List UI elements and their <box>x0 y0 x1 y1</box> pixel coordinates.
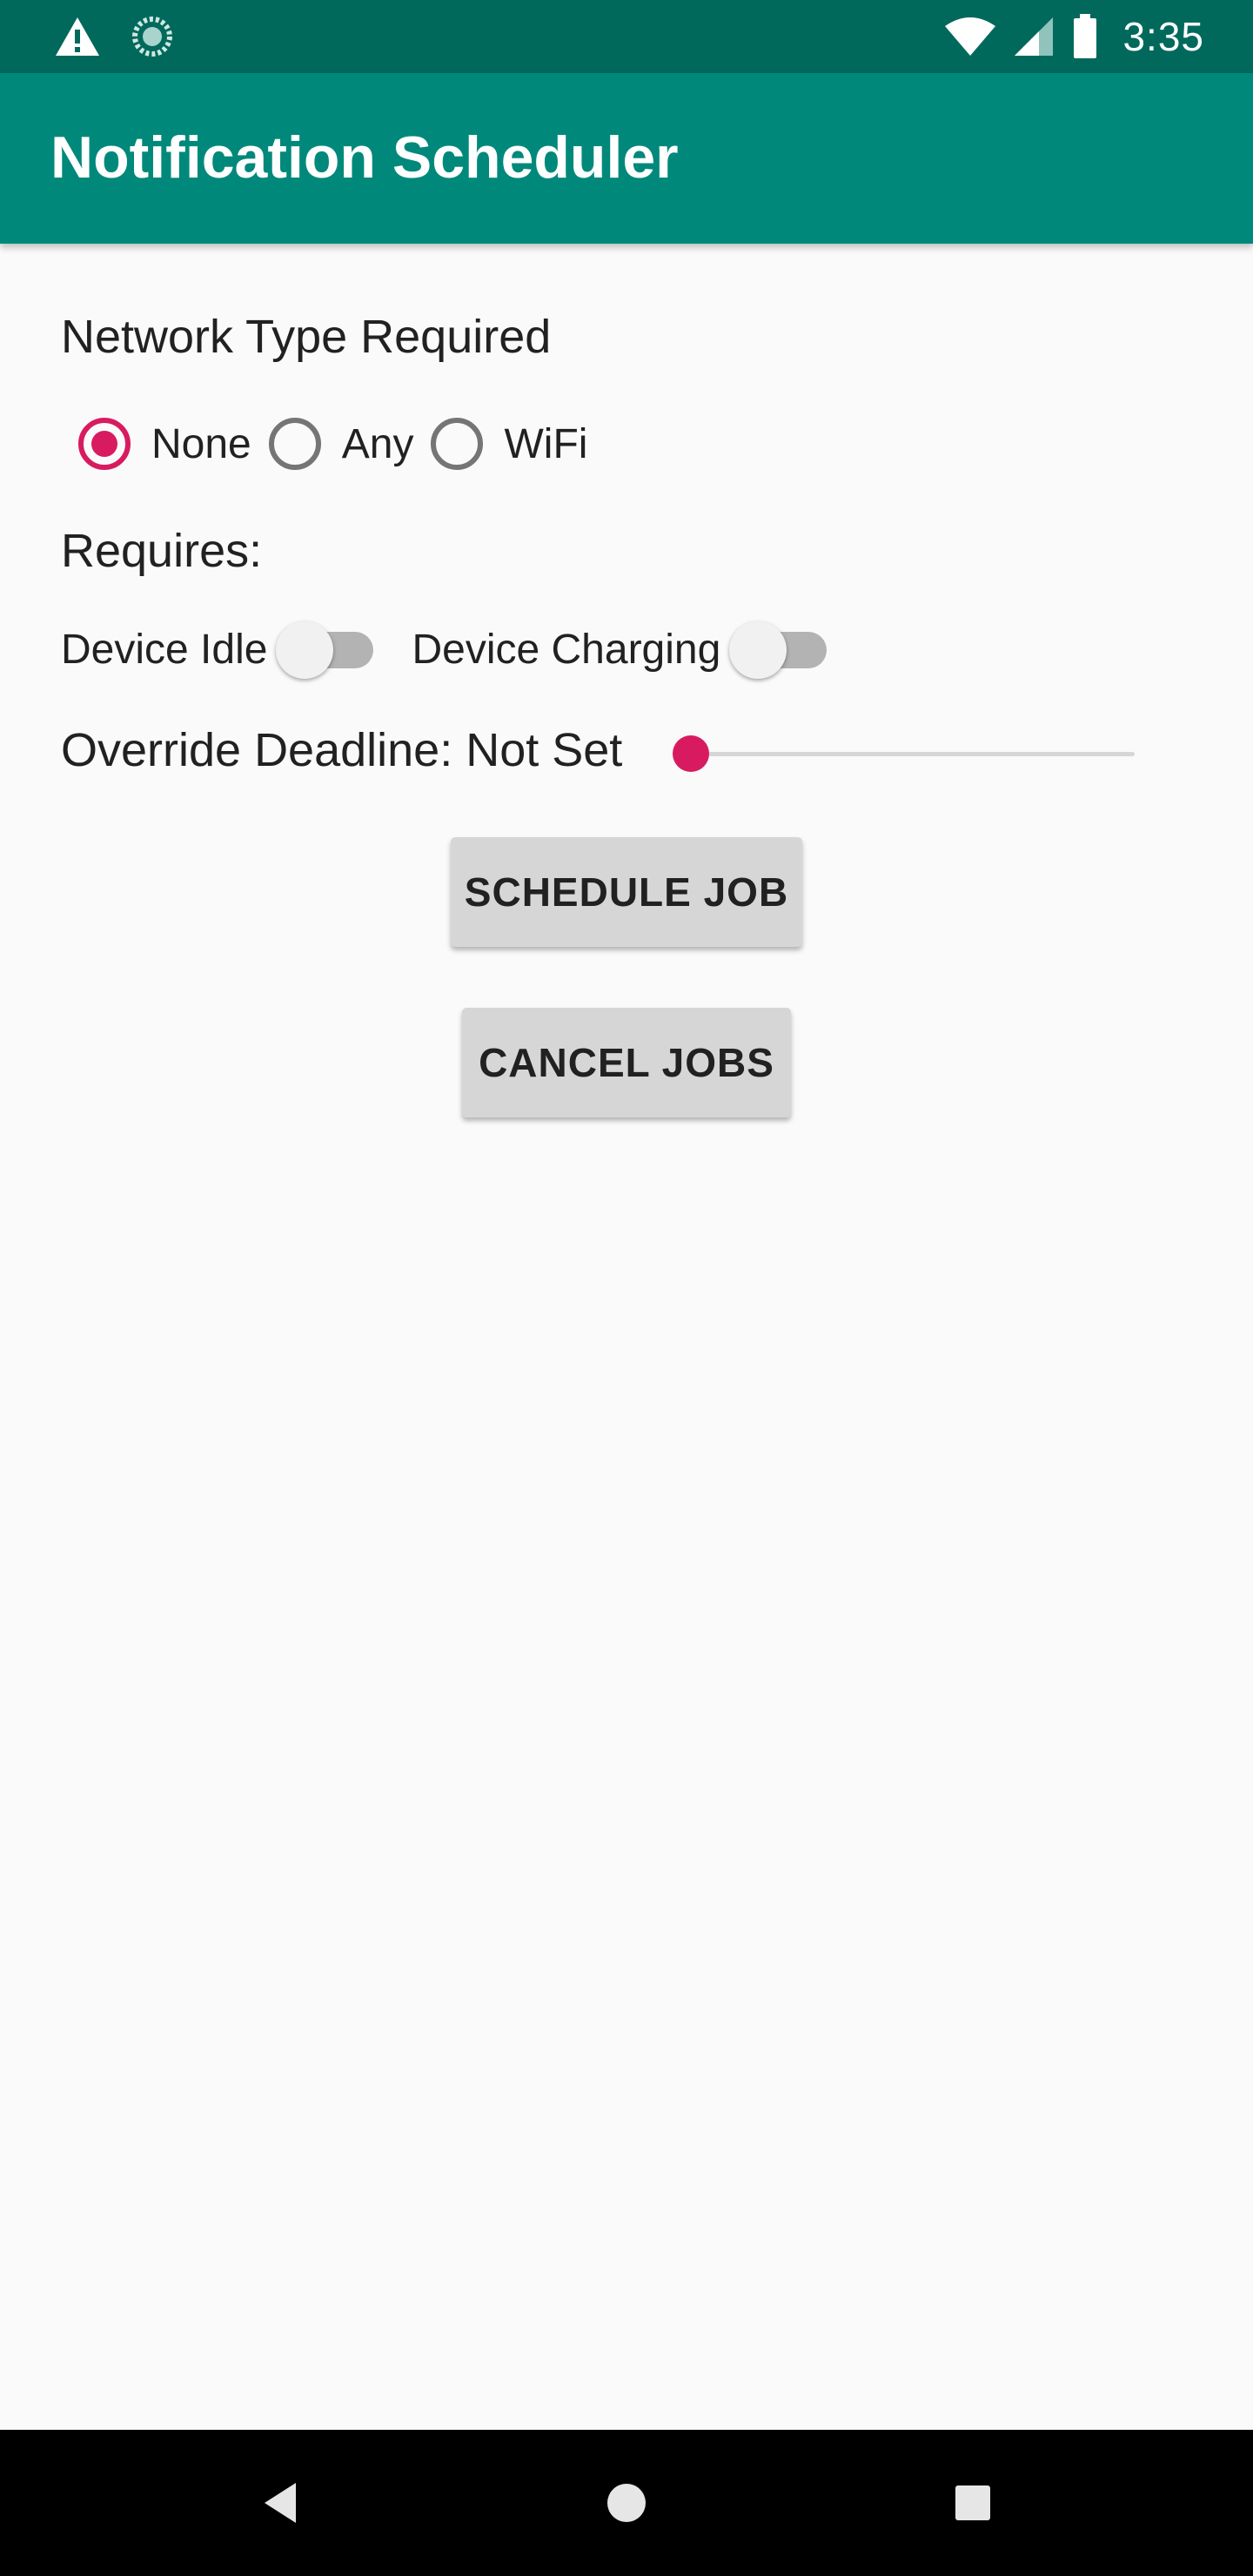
back-icon[interactable] <box>261 2481 299 2525</box>
radio-wifi[interactable]: WiFi <box>431 418 587 470</box>
home-icon[interactable] <box>606 2482 647 2524</box>
override-deadline-label: Override Deadline: Not Set <box>61 724 623 776</box>
radio-none-button[interactable] <box>78 418 131 470</box>
navigation-bar <box>0 2430 1253 2576</box>
battery-icon <box>1072 14 1098 59</box>
radio-any[interactable]: Any <box>268 418 414 470</box>
network-type-heading: Network Type Required <box>61 311 552 363</box>
device-charging-switch-thumb[interactable] <box>729 621 787 679</box>
device-charging-label: Device Charging <box>412 626 721 673</box>
deadline-seekbar-thumb[interactable] <box>673 735 709 772</box>
deadline-seekbar[interactable] <box>665 733 1135 775</box>
status-clock: 3:35 <box>1122 14 1204 59</box>
deadline-seekbar-track[interactable] <box>691 752 1135 756</box>
radio-any-label[interactable]: Any <box>342 420 414 468</box>
network-type-radio-group: None Any WiFi <box>78 411 605 477</box>
radio-wifi-label[interactable]: WiFi <box>504 420 587 468</box>
deadline-row: Override Deadline: Not Set <box>61 715 622 785</box>
sync-icon <box>131 15 174 58</box>
radio-none-label[interactable]: None <box>151 420 251 468</box>
wifi-icon <box>943 16 997 57</box>
device-idle-switch[interactable] <box>276 618 379 681</box>
warning-icon <box>54 16 101 57</box>
schedule-job-button[interactable]: SCHEDULE JOB <box>451 837 802 947</box>
device-idle-switch-thumb[interactable] <box>276 621 334 679</box>
requires-switch-row: Device Idle Device Charging <box>61 614 865 684</box>
radio-none[interactable]: None <box>78 418 251 470</box>
status-bar: 3:35 <box>0 0 1253 73</box>
status-bar-left <box>54 12 174 61</box>
recents-icon[interactable] <box>954 2484 992 2522</box>
cancel-jobs-button[interactable]: CANCEL JOBS <box>462 1008 791 1117</box>
app-bar: Notification Scheduler <box>0 73 1253 244</box>
radio-any-button[interactable] <box>268 418 321 470</box>
device-charging-switch[interactable] <box>729 618 832 681</box>
screen: 3:35 Notification Scheduler Network Type… <box>0 0 1253 2576</box>
requires-heading: Requires: <box>61 525 263 577</box>
status-bar-right: 3:35 <box>943 12 1204 61</box>
radio-wifi-button[interactable] <box>431 418 484 470</box>
device-idle-label: Device Idle <box>61 626 268 673</box>
signal-icon <box>1013 16 1056 57</box>
app-title: Notification Scheduler <box>50 124 679 191</box>
